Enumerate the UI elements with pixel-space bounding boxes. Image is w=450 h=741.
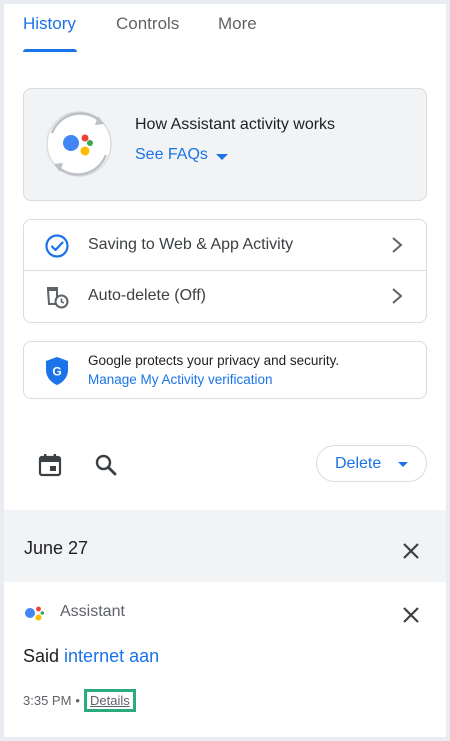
manage-verification-link[interactable]: Manage My Activity verification (88, 372, 273, 387)
meta-separator: • (75, 693, 80, 708)
privacy-card: G Google protects your privacy and secur… (23, 341, 427, 399)
assistant-activity-info-card: How Assistant activity works See FAQs (23, 88, 427, 201)
activity-said-text: Said internet aan (23, 646, 159, 667)
said-prefix: Said (23, 646, 60, 666)
auto-delete-row[interactable]: Auto-delete (Off) (24, 271, 426, 322)
calendar-icon[interactable] (36, 451, 64, 479)
chevron-right-icon (392, 288, 403, 304)
search-icon[interactable] (92, 451, 120, 479)
activity-source-label: Assistant (60, 603, 125, 620)
date-group-header: June 27 (4, 510, 446, 582)
auto-delete-icon (46, 287, 69, 309)
tab-history[interactable]: History (23, 14, 76, 34)
google-shield-icon: G (46, 357, 68, 385)
close-icon[interactable] (400, 604, 422, 626)
delete-button-label: Delete (335, 455, 382, 472)
faq-card-title: How Assistant activity works (135, 116, 336, 133)
activity-item: Assistant Said internet aan 3:35 PM • De… (4, 582, 446, 737)
see-faqs-link[interactable]: See FAQs (135, 146, 228, 164)
see-faqs-label: See FAQs (135, 146, 208, 163)
google-assistant-icon (25, 606, 45, 621)
activity-meta: 3:35 PM • Details (23, 689, 136, 712)
date-group-label: June 27 (24, 538, 89, 558)
auto-delete-label: Auto-delete (Off) (88, 287, 206, 304)
web-app-activity-row[interactable]: Saving to Web & App Activity (24, 220, 426, 271)
tab-bar: History Controls More (4, 4, 446, 56)
caret-down-icon (398, 462, 408, 467)
app-frame: History Controls More How Assistant acti… (4, 4, 446, 737)
delete-menu-button[interactable]: Delete (316, 445, 427, 482)
activity-time: 3:35 PM (23, 693, 72, 708)
query-link[interactable]: internet aan (64, 646, 159, 666)
privacy-statement: Google protects your privacy and securit… (88, 353, 340, 368)
chevron-right-icon (392, 237, 403, 253)
svg-text:G: G (52, 365, 61, 379)
caret-down-icon (215, 153, 228, 160)
check-circle-icon (45, 234, 69, 258)
web-app-activity-label: Saving to Web & App Activity (88, 236, 294, 253)
close-icon[interactable] (400, 540, 422, 562)
details-link[interactable]: Details (83, 689, 136, 712)
active-tab-indicator (23, 49, 77, 52)
activity-settings-list: Saving to Web & App Activity Auto-delete… (23, 219, 427, 323)
assistant-refresh-illustration-icon (46, 111, 112, 177)
tab-more[interactable]: More (218, 14, 257, 34)
tab-controls[interactable]: Controls (116, 14, 179, 34)
